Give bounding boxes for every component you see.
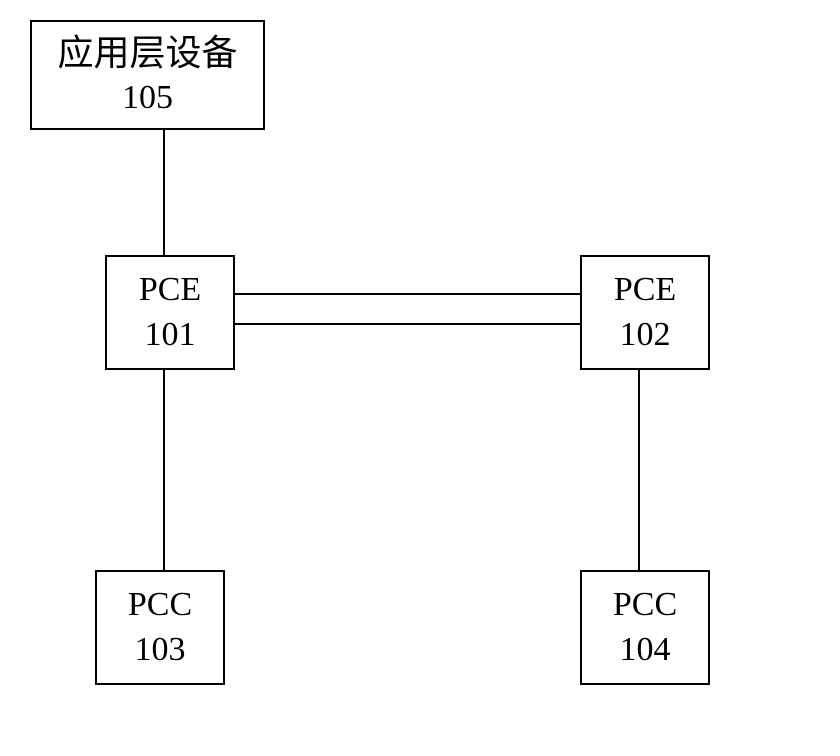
edge-pce102-to-pcc104 bbox=[638, 370, 640, 570]
pce-102-label: PCE bbox=[614, 268, 676, 312]
pcc-103-node: PCC 103 bbox=[95, 570, 225, 685]
edge-pce101-to-pcc103 bbox=[163, 370, 165, 570]
edge-pce101-pce102-bottom bbox=[235, 323, 580, 325]
pcc-104-id: 104 bbox=[620, 628, 671, 672]
pcc-103-id: 103 bbox=[135, 628, 186, 672]
pce-101-label: PCE bbox=[139, 268, 201, 312]
pce-101-id: 101 bbox=[145, 313, 196, 357]
app-layer-label: 应用层设备 bbox=[57, 30, 237, 77]
pce-102-id: 102 bbox=[620, 313, 671, 357]
app-layer-id: 105 bbox=[122, 76, 173, 120]
pcc-104-label: PCC bbox=[613, 583, 677, 627]
app-layer-node: 应用层设备 105 bbox=[30, 20, 265, 130]
pcc-104-node: PCC 104 bbox=[580, 570, 710, 685]
pce-101-node: PCE 101 bbox=[105, 255, 235, 370]
pce-102-node: PCE 102 bbox=[580, 255, 710, 370]
edge-pce101-pce102-top bbox=[235, 293, 580, 295]
pcc-103-label: PCC bbox=[128, 583, 192, 627]
edge-app-to-pce101 bbox=[163, 130, 165, 255]
